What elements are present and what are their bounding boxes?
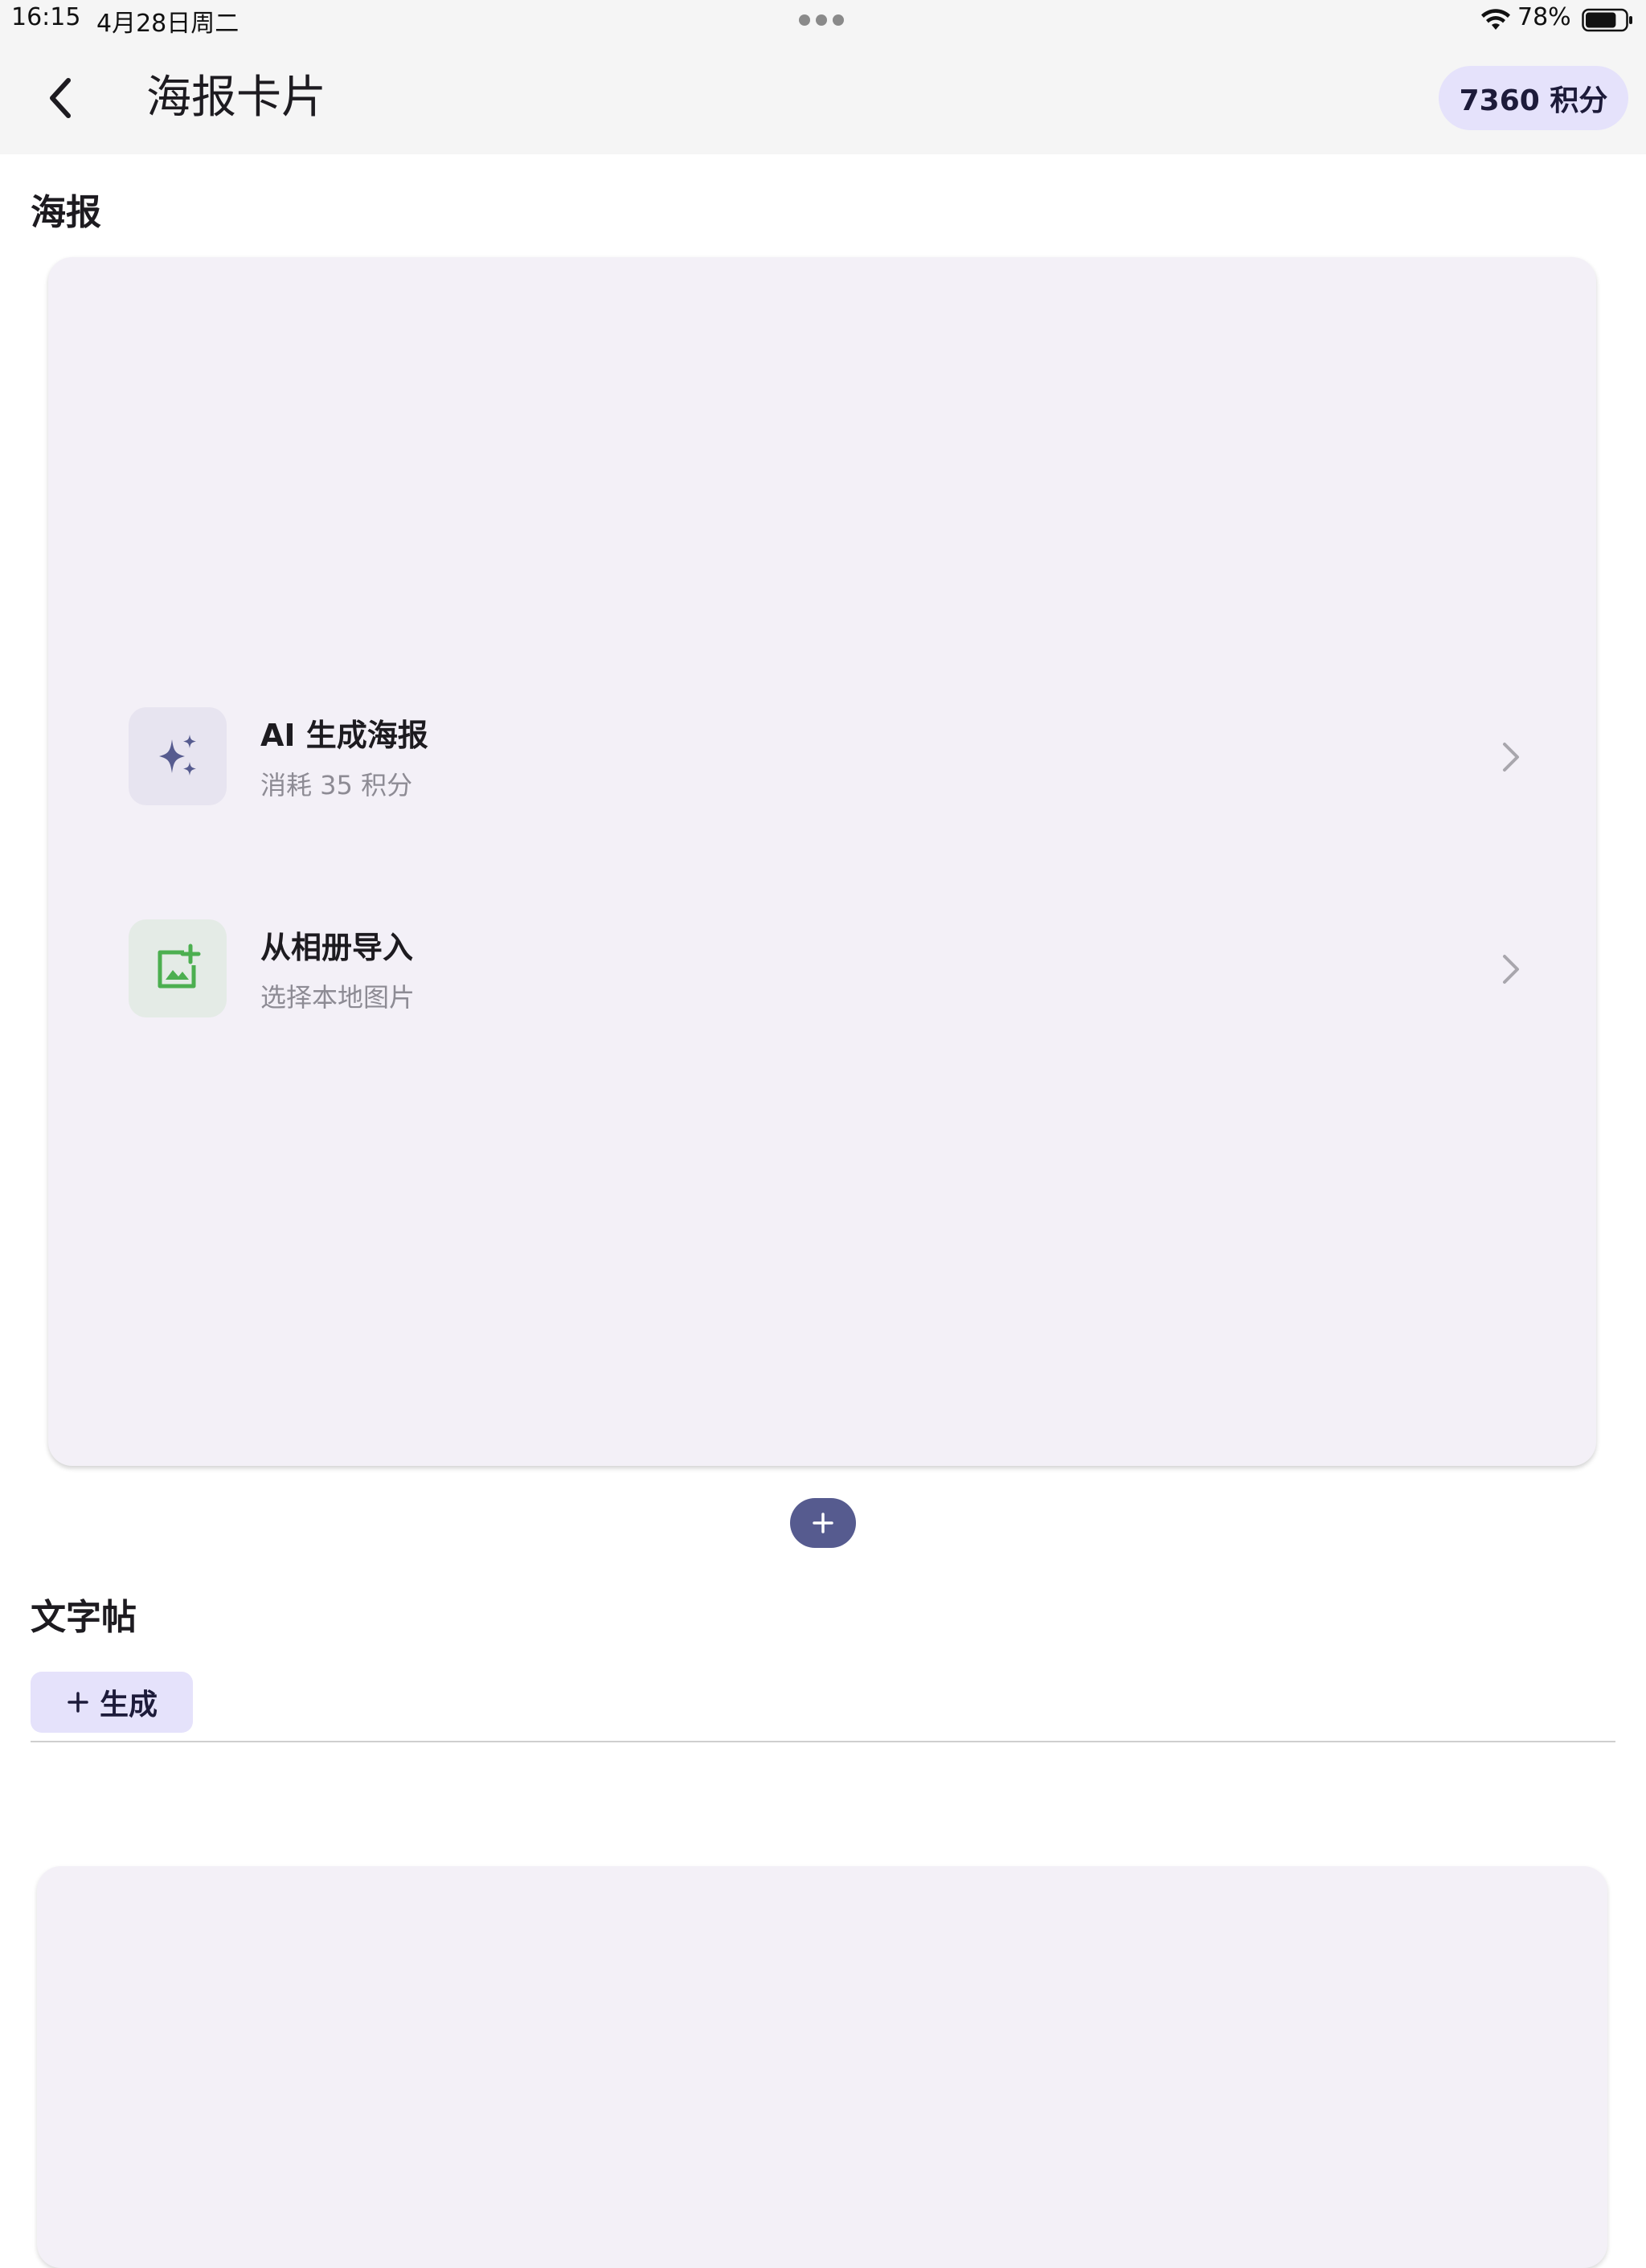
plus-icon — [813, 1513, 833, 1533]
status-date: 4月28日周二 — [96, 10, 240, 38]
add-poster-button[interactable] — [790, 1498, 856, 1548]
battery-icon — [1582, 8, 1632, 32]
poster-card — [48, 257, 1596, 1466]
ai-option-title: AI 生成海报 — [260, 718, 428, 753]
album-option-subtitle: 选择本地图片 — [260, 982, 416, 1013]
album-option-icon-box — [129, 919, 227, 1017]
back-arrow-icon — [50, 78, 71, 118]
battery-percent: 78% — [1517, 3, 1571, 31]
text-post-section-title: 文字帖 — [31, 1597, 137, 1638]
ai-option-icon-box — [129, 707, 227, 805]
album-option-title: 从相册导入 — [260, 930, 414, 965]
ai-option-subtitle: 消耗 35 积分 — [260, 770, 413, 800]
chevron-right-icon — [1503, 743, 1519, 772]
multitasking-dots-icon[interactable] — [799, 14, 844, 26]
add-photo-icon — [158, 944, 201, 989]
chevron-right-icon — [1503, 955, 1519, 984]
back-button[interactable] — [32, 66, 88, 130]
sparkle-icon — [159, 735, 196, 776]
section-divider — [31, 1741, 1615, 1742]
generate-text-post-button[interactable]: 生成 — [31, 1672, 193, 1733]
wifi-icon — [1481, 9, 1510, 30]
poster-section-title: 海报 — [31, 192, 101, 233]
plus-icon — [68, 1692, 88, 1713]
points-badge[interactable]: 7360 积分 — [1439, 66, 1628, 130]
page-title: 海报卡片 — [146, 72, 326, 124]
text-post-card[interactable] — [37, 1866, 1607, 2268]
ai-generate-poster-option[interactable]: AI 生成海报 消耗 35 积分 — [129, 707, 1527, 807]
status-time: 16:15 — [11, 3, 81, 31]
generate-button-label: 生成 — [99, 1689, 158, 1721]
import-from-album-option[interactable]: 从相册导入 选择本地图片 — [129, 919, 1527, 1019]
